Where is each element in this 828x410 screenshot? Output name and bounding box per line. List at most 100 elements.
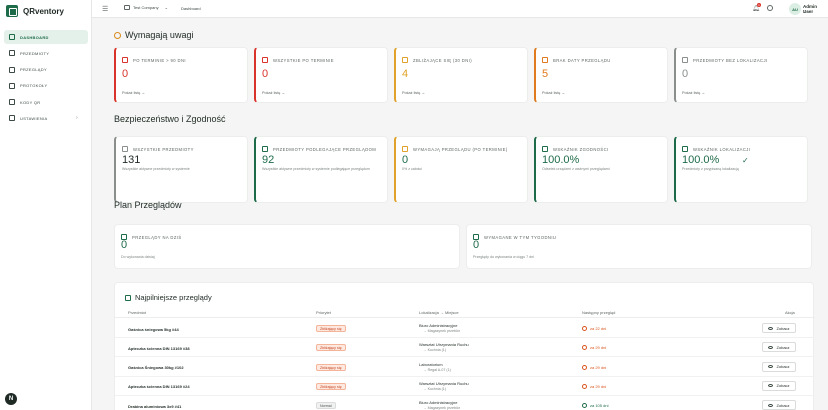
globe-icon[interactable] <box>767 5 773 11</box>
sub-location: → Regał A-07 (1) <box>423 367 451 372</box>
priority-badge: Zbliżający się <box>316 382 346 390</box>
card-label: WSKAŹNIK LOKALIZACJI <box>693 147 751 152</box>
sidebar-item-3[interactable]: PROTOKOŁY <box>4 79 88 93</box>
table-header: Przedmiot Priorytet Lokalizacja → Miejsce N… <box>115 307 815 318</box>
card-label: WSZYSTKIE PRZEDMIOTY <box>133 147 194 152</box>
item-name[interactable]: Gaśnica śniegowa 5kg #44 <box>128 327 179 332</box>
sidebar-nav: DASHBOARD PRZEDMIOTY PRZEGLĄDY PROTOKOŁY KOD… <box>4 30 88 128</box>
view-button[interactable]: Zobacz <box>762 342 796 353</box>
warning-icon <box>402 57 408 63</box>
plan-card: PRZEGLĄDY NA DZIŚ 0 Do wykonania dzisiaj <box>114 224 460 269</box>
card-description: 0% z całości <box>402 167 422 171</box>
sidebar-item-5[interactable]: USTAWIENIA › <box>4 111 88 125</box>
nearest-inspections-card: Najpilniejsze przeglądy Przedmiot Prioryt… <box>114 282 815 410</box>
card-label: PO TERMINIE > 90 DNI <box>133 58 186 63</box>
show-list-link[interactable]: Pokaż listę → <box>262 91 285 95</box>
user-role: Admin <box>803 9 814 14</box>
table-row: Drabina aluminiowa 3x9 #41 Normal Biuro Ad… <box>115 396 815 410</box>
sidebar-item-label: PROTOKOŁY <box>20 83 48 89</box>
card-label: PRZEDMIOTY BEZ LOKALIZACJI <box>693 58 768 63</box>
card-value: 100.0% <box>542 154 580 166</box>
show-list-link[interactable]: Pokaż listę → <box>122 91 145 95</box>
due-text: za 29 dni <box>590 345 607 351</box>
column-header: Przedmiot <box>128 310 147 315</box>
location: Warsztat Utrzymania Ruchu <box>419 342 469 348</box>
nearest-title: Najpilniejsze przeglądy <box>125 293 212 302</box>
card-label: PRZEGLĄDY NA DZIŚ <box>132 235 182 240</box>
priority-badge: Zbliżający się <box>316 363 346 371</box>
clock-icon <box>582 403 587 409</box>
notification-badge: 1 <box>757 3 761 7</box>
item-name[interactable]: Gaśnica Śniegowa 30kg #102 <box>128 365 184 370</box>
item-name[interactable]: Drabina aluminiowa 3x9 #41 <box>128 404 181 409</box>
view-button[interactable]: Zobacz <box>762 361 796 372</box>
card-value: 0 <box>121 239 128 251</box>
priority-badge: Zbliżający się <box>316 325 346 332</box>
item-name[interactable]: Apteczka ścienna DIN 13169 #24 <box>128 384 190 389</box>
eye-icon <box>768 403 774 407</box>
sidebar-item-label: DASHBOARD <box>20 34 49 40</box>
eye-icon <box>768 384 774 388</box>
plan-title: Plan Przeglądów <box>114 200 182 210</box>
breadcrumb[interactable]: Dashboard <box>181 6 201 11</box>
safety-card: WSKAŹNIK LOKALIZACJI 100.0% ✓ Przedmioty z … <box>674 136 808 203</box>
attention-card: PO TERMINIE > 90 DNI 0 Pokaż listę → <box>114 47 248 103</box>
card-label: ZBLIŻAJĄCE SIĘ (30 DNI) <box>413 58 472 63</box>
item-name[interactable]: Apteczka ścienna DIN 13169 #38 <box>128 346 190 351</box>
column-header: Lokalizacja → Miejsce <box>419 310 459 315</box>
safety-title: Bezpieczeństwo i Zgodność <box>114 114 226 124</box>
nearest-title-text: Najpilniejsze przeglądy <box>135 293 212 302</box>
sidebar-item-label: PRZEGLĄDY <box>20 67 47 73</box>
table-row: Apteczka ścienna DIN 13169 #24 Zbliżający… <box>115 377 815 396</box>
card-description: Wszystkie aktywne przedmioty w systemie … <box>262 167 370 171</box>
card-value: 0 <box>473 239 480 251</box>
user-menu-button[interactable]: N <box>5 393 17 405</box>
company-name: Test Company <box>133 5 159 10</box>
view-label: Zobacz <box>776 344 790 350</box>
location: Biuro Administracyjne <box>419 323 458 328</box>
safety-card: WSKAŹNIK ZGODNOŚCI 100.0% Odsetek urządzeń… <box>534 136 668 203</box>
next-inspection: za 22 dni <box>582 326 606 331</box>
due-text: za 29 dni <box>590 383 607 389</box>
menu-toggle-icon[interactable]: ☰ <box>102 5 108 13</box>
view-button[interactable]: Zobacz <box>762 323 796 333</box>
table-row: Gaśnica śniegowa 5kg #44 Zbliżający się Bi… <box>115 319 815 338</box>
view-button[interactable]: Zobacz <box>762 400 796 410</box>
card-description: Przedmioty z przypisaną lokalizacją <box>682 167 739 171</box>
attention-card: PRZEDMIOTY BEZ LOKALIZACJI 0 Pokaż listę → <box>674 47 808 103</box>
attention-card: WSZYSTKIE PO TERMINIE 0 Pokaż listę → <box>254 47 388 103</box>
metric-icon <box>402 146 408 152</box>
warning-icon <box>262 57 268 63</box>
metric-icon <box>682 146 688 152</box>
clock-icon <box>582 383 587 389</box>
sidebar-item-0[interactable]: DASHBOARD <box>4 30 88 44</box>
view-label: Zobacz <box>776 325 790 331</box>
sidebar-item-2[interactable]: PRZEGLĄDY <box>4 63 88 77</box>
calendar-icon <box>125 294 131 301</box>
show-list-link[interactable]: Pokaż listę → <box>402 91 425 95</box>
priority-badge: Normal <box>316 402 336 410</box>
sidebar-item-label: KODY QR <box>20 99 41 105</box>
safety-card: WSZYSTKIE PRZEDMIOTY 131 Wszystkie aktywne… <box>114 136 248 203</box>
card-label: WSKAŹNIK ZGODNOŚCI <box>553 147 609 152</box>
avatar[interactable]: AU <box>789 3 801 15</box>
attention-card: BRAK DATY PRZEGLĄDU 5 Pokaż listę → <box>534 47 668 103</box>
due-text: za 22 dni <box>590 326 607 331</box>
sidebar-item-4[interactable]: KODY QR <box>4 95 88 109</box>
plan-card: WYMAGANE W TYM TYGODNIU 0 Przeglądy do wyk… <box>466 224 812 269</box>
show-list-link[interactable]: Pokaż listę → <box>682 91 705 95</box>
clock-icon <box>582 326 587 331</box>
sidebar: QRventory DASHBOARD PRZEDMIOTY PRZEGLĄDY PR… <box>0 0 92 410</box>
company-selector[interactable]: Test Company ⌄ <box>124 5 168 10</box>
view-button[interactable]: Zobacz <box>762 380 796 391</box>
app-logo[interactable]: QRventory <box>6 5 64 17</box>
column-header: Priorytet <box>316 310 331 315</box>
card-label: WYMAGANE W TYM TYGODNIU <box>484 235 557 240</box>
sidebar-item-1[interactable]: PRZEDMIOTY <box>4 46 88 60</box>
next-inspection: za 29 dni <box>582 364 606 370</box>
card-description: Wszystkie aktywne przedmioty w systemie <box>122 167 190 171</box>
show-list-link[interactable]: Pokaż listę → <box>542 91 565 95</box>
safety-card: WYMAGAJĄ PRZEGLĄDU (PO TERMINIE) 0 0% z ca… <box>394 136 528 203</box>
card-value: 131 <box>122 154 141 166</box>
check-icon: ✓ <box>742 156 749 165</box>
